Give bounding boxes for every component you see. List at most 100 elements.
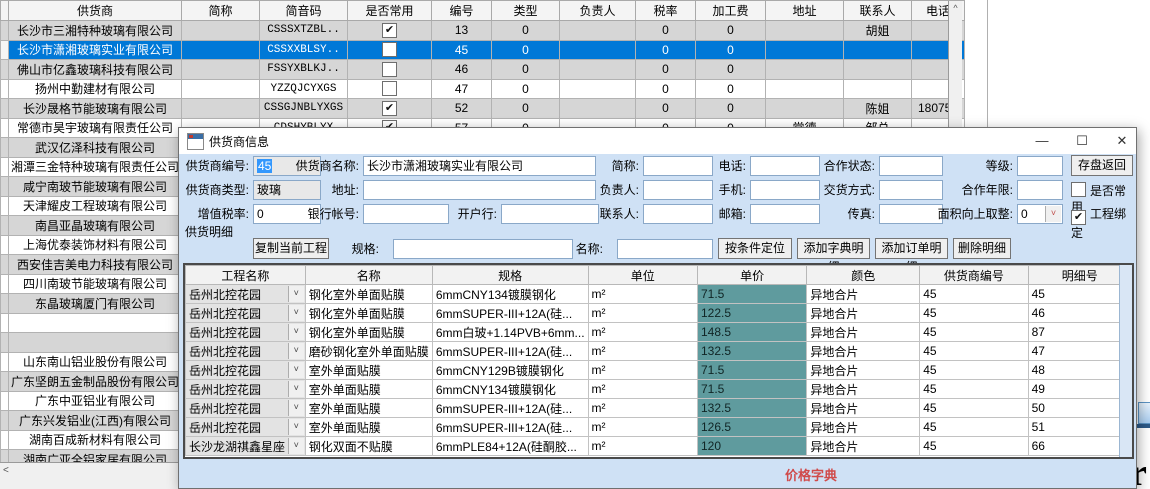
project-bind-checkbox[interactable] — [1071, 210, 1086, 225]
detail-cell-unit[interactable]: m² — [588, 380, 697, 399]
col-header-manager[interactable]: 负责人 — [560, 1, 636, 21]
supplier-row[interactable]: 扬州中勤建材有限公司YZZQJCYXGS47000 — [1, 79, 965, 99]
detail-cell-unit[interactable]: m² — [588, 361, 697, 380]
detail-cell-color[interactable]: 异地合片 — [807, 323, 920, 342]
row-header-cell[interactable] — [1, 138, 9, 158]
cell-supplier[interactable]: 湘潭三金特种玻璃有限责任公司 — [9, 157, 182, 177]
detail-cell-project[interactable]: 岳州北控花园˅ — [186, 342, 306, 361]
bank-branch-input[interactable] — [501, 204, 599, 224]
chevron-down-icon[interactable]: ˅ — [288, 419, 304, 435]
row-header-cell[interactable] — [1, 177, 9, 197]
scroll-up-icon[interactable]: ^ — [953, 3, 957, 13]
chevron-down-icon[interactable]: ˅ — [288, 286, 304, 302]
row-header-cell[interactable] — [1, 333, 9, 353]
cell-supplier[interactable]: 东晶玻璃厦门有限公司 — [9, 294, 182, 314]
row-header-cell[interactable] — [1, 235, 9, 255]
cell-id[interactable]: 46 — [432, 60, 492, 80]
col-header-supplier[interactable]: 供货商 — [9, 1, 182, 21]
cell-common-used[interactable] — [348, 40, 432, 60]
spec-filter-input[interactable] — [393, 239, 573, 259]
detail-cell-detail-no[interactable]: 48 — [1028, 361, 1131, 380]
cell-process-fee[interactable]: 0 — [696, 21, 766, 41]
detail-cell-detail-no[interactable]: 45 — [1028, 285, 1131, 304]
dialog-titlebar[interactable]: 供货商信息 — ☐ ✕ — [179, 128, 1136, 154]
area-round-combobox[interactable]: 0 ˅ — [1017, 204, 1063, 224]
cell-contact[interactable]: 陈姐 — [844, 99, 912, 119]
row-header-cell[interactable] — [1, 216, 9, 236]
cell-supplier[interactable]: 四川南玻节能玻璃有限公司 — [9, 274, 182, 294]
maximize-button[interactable]: ☐ — [1065, 128, 1099, 154]
cell-pinyin-code[interactable]: CSSGJNBLYXGS — [260, 99, 348, 119]
supplier-row[interactable]: 佛山市亿鑫玻璃科技有限公司FSSYXBLKJ..46000 — [1, 60, 965, 80]
detail-cell-supplier-no[interactable]: 45 — [920, 361, 1028, 380]
cell-supplier[interactable]: 山东南山铝业股份有限公司 — [9, 352, 182, 372]
cell-supplier[interactable]: 西安佳吉美电力科技有限公司 — [9, 255, 182, 275]
supplier-row[interactable]: 长沙市三湘特种玻璃有限公司CSSSXTZBL..13000胡姐 — [1, 21, 965, 41]
common-used-checkbox-row[interactable]: 是否常用 — [1071, 182, 1136, 198]
cell-contact[interactable] — [844, 40, 912, 60]
detail-cell-color[interactable]: 异地合片 — [807, 418, 920, 437]
detail-cell-spec[interactable]: 6mm白玻+1.14PVB+6mm... — [432, 323, 588, 342]
cell-supplier[interactable]: 广东坚朗五金制品股份有限公司 — [9, 372, 182, 392]
common-used-cell-checkbox[interactable] — [382, 101, 397, 116]
row-header-cell[interactable] — [1, 60, 9, 80]
add-order-detail-button[interactable]: 添加订单明细 — [875, 238, 948, 259]
common-used-cell-checkbox[interactable] — [382, 62, 397, 77]
detail-cell-spec[interactable]: 6mmCNY129B镀膜钢化 — [432, 361, 588, 380]
detail-cell-spec[interactable]: 6mmCNY134镀膜钢化 — [432, 285, 588, 304]
supplier-name-input[interactable]: 长沙市潇湘玻璃实业有限公司 — [363, 156, 596, 176]
cell-common-used[interactable] — [348, 21, 432, 41]
detail-cell-detail-no[interactable]: 49 — [1028, 380, 1131, 399]
col-header-pinyin-code[interactable]: 简音码 — [260, 1, 348, 21]
cell-supplier[interactable]: 天津耀皮工程玻璃有限公司 — [9, 196, 182, 216]
col-header-tax-rate[interactable]: 税率 — [636, 1, 696, 21]
detail-cell-project[interactable]: 岳州北控花园˅ — [186, 304, 306, 323]
chevron-down-icon[interactable]: ˅ — [288, 343, 304, 359]
row-header-cell[interactable] — [1, 430, 9, 450]
cell-supplier[interactable]: 长沙市三湘特种玻璃有限公司 — [9, 21, 182, 41]
cell-manager[interactable] — [560, 99, 636, 119]
cell-supplier[interactable]: 常德市昊宇玻璃有限责任公司 — [9, 118, 182, 138]
cell-manager[interactable] — [560, 21, 636, 41]
detail-cell-spec[interactable]: 6mmCNY134镀膜钢化 — [432, 380, 588, 399]
row-header-cell[interactable] — [1, 118, 9, 138]
cell-tax-rate[interactable]: 0 — [636, 21, 696, 41]
row-header-cell[interactable] — [1, 21, 9, 41]
cell-address[interactable] — [766, 40, 844, 60]
cell-type[interactable]: 0 — [492, 40, 560, 60]
detail-row[interactable]: 岳州北控花园˅钢化室外单面贴膜6mm白玻+1.14PVB+6mm...m²148… — [186, 323, 1132, 342]
detail-cell-color[interactable]: 异地合片 — [807, 380, 920, 399]
scroll-left-icon[interactable]: < — [3, 465, 9, 476]
detail-cell-price[interactable]: 71.5 — [698, 380, 807, 399]
common-used-cell-checkbox[interactable] — [382, 81, 397, 96]
detail-cell-supplier-no[interactable]: 45 — [920, 323, 1028, 342]
supplier-row[interactable]: 长沙晟格节能玻璃有限公司CSSGJNBLYXGS52000陈姐180751 — [1, 99, 965, 119]
cell-tax-rate[interactable]: 0 — [636, 99, 696, 119]
detail-row[interactable]: 岳州北控花园˅磨砂钢化室外单面贴膜6mmSUPER-III+12A(硅...m²… — [186, 342, 1132, 361]
detail-row[interactable]: 长沙龙湖祺鑫星座˅钢化双面不贴膜6mmPLE84+12A(硅酮胶...m²120… — [186, 437, 1132, 456]
row-header-cell[interactable] — [1, 79, 9, 99]
detail-cell-detail-no[interactable]: 51 — [1028, 418, 1131, 437]
cell-supplier[interactable]: 武汉亿泽科技有限公司 — [9, 138, 182, 158]
detail-cell-supplier-no[interactable]: 45 — [920, 399, 1028, 418]
col-header-contact[interactable]: 联系人 — [844, 1, 912, 21]
detail-cell-supplier-no[interactable]: 45 — [920, 342, 1028, 361]
cell-tax-rate[interactable]: 0 — [636, 40, 696, 60]
cell-manager[interactable] — [560, 60, 636, 80]
col-header-process-fee[interactable]: 加工费 — [696, 1, 766, 21]
detail-cell-name[interactable]: 室外单面贴膜 — [305, 418, 432, 437]
cell-supplier[interactable] — [9, 313, 182, 333]
cell-address[interactable] — [766, 60, 844, 80]
row-header-cell[interactable] — [1, 157, 9, 177]
cell-pinyin-code[interactable]: CSSXXBLSY.. — [260, 40, 348, 60]
cell-contact[interactable] — [844, 60, 912, 80]
detail-cell-price[interactable]: 132.5 — [698, 399, 807, 418]
detail-cell-name[interactable]: 室外单面贴膜 — [305, 361, 432, 380]
detail-cell-project[interactable]: 岳州北控花园˅ — [186, 380, 306, 399]
row-header-cell[interactable] — [1, 313, 9, 333]
detail-cell-price[interactable]: 126.5 — [698, 418, 807, 437]
detail-cell-unit[interactable]: m² — [588, 285, 697, 304]
save-return-button[interactable]: 存盘返回 — [1071, 155, 1133, 176]
chevron-down-icon[interactable]: ˅ — [288, 362, 304, 378]
chevron-down-icon[interactable]: ˅ — [288, 400, 304, 416]
